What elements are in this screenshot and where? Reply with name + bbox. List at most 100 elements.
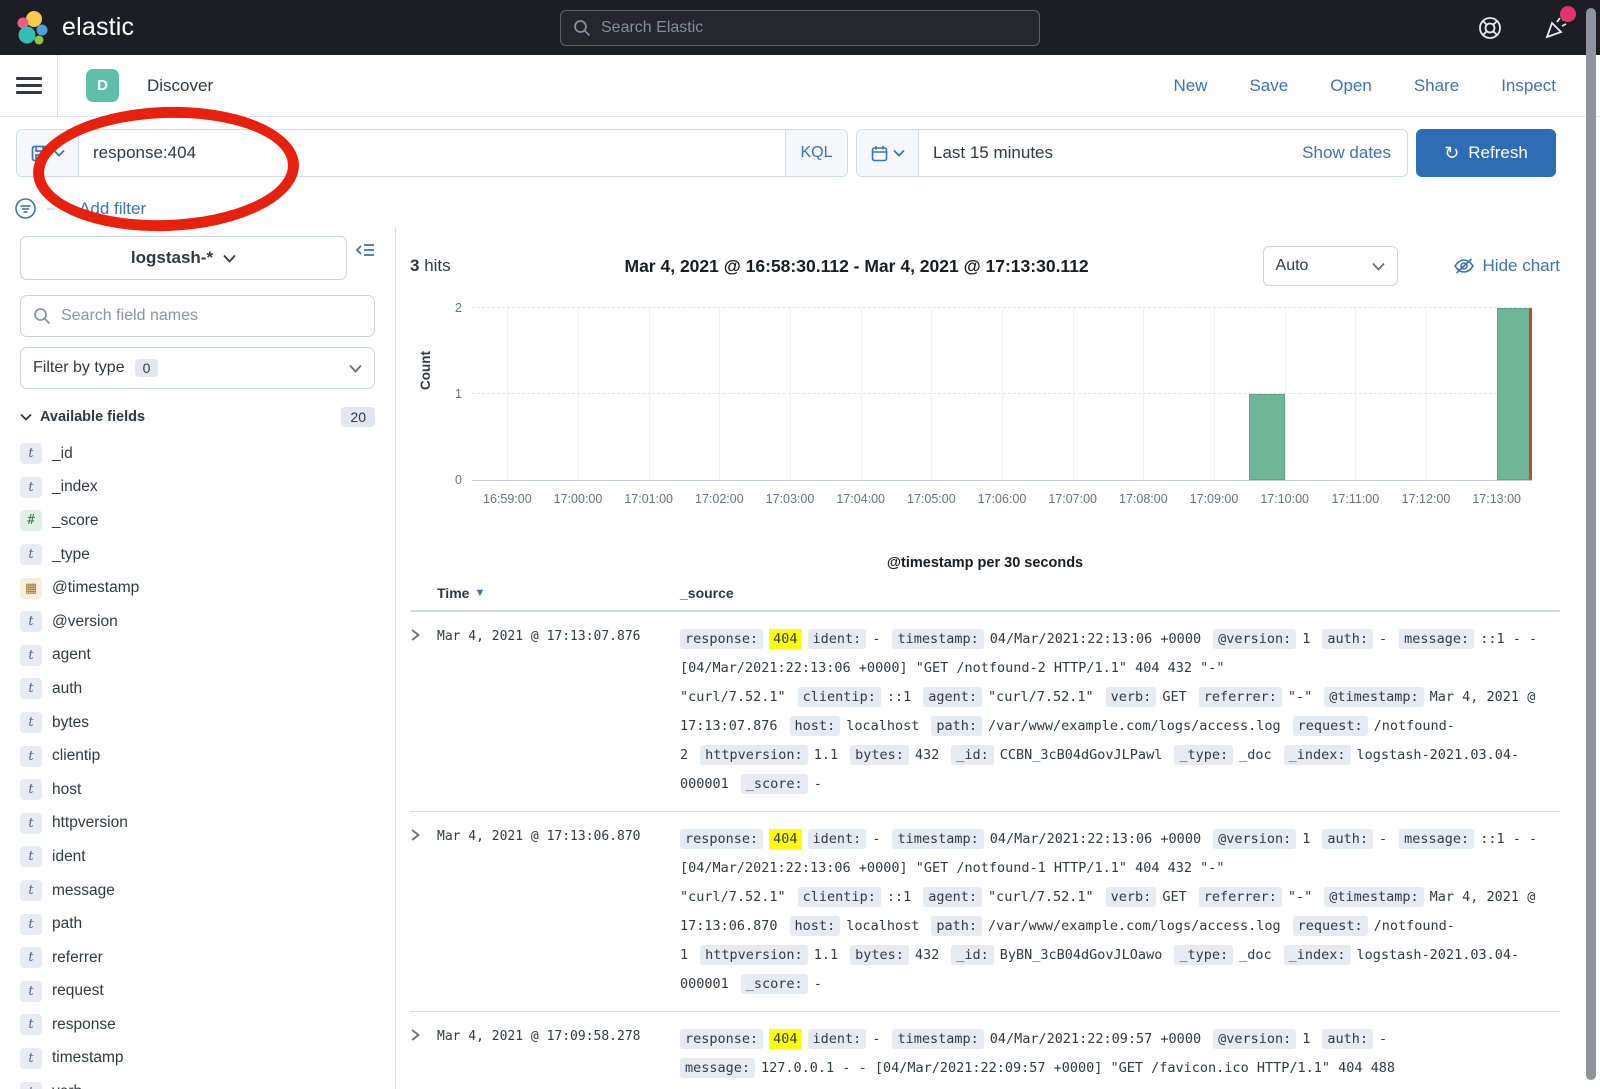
help-icon[interactable] [1477, 15, 1503, 41]
gridline [472, 393, 1532, 394]
source-field-name: agent: [923, 687, 982, 707]
x-tick-label: 17:12:00 [1402, 492, 1451, 506]
source-value: 432 [915, 947, 939, 963]
field-name: clientip [52, 747, 100, 765]
main-content: 3 hits Mar 4, 2021 @ 16:58:30.112 - Mar … [396, 228, 1600, 1089]
share-button[interactable]: Share [1414, 76, 1459, 96]
field-item-response[interactable]: tresponse [20, 1008, 375, 1042]
save-button[interactable]: Save [1249, 76, 1288, 96]
field-name: referrer [52, 949, 103, 967]
source-field-name: verb: [1106, 687, 1157, 707]
field-name: _index [52, 478, 98, 496]
elastic-brand[interactable]: elastic [0, 9, 250, 47]
field-name: @version [52, 613, 118, 631]
source-field-name: host: [790, 916, 841, 936]
field-item-referrer[interactable]: treferrer [20, 941, 375, 975]
interval-select[interactable]: Auto [1263, 246, 1398, 286]
source-value: 1 [1302, 631, 1310, 647]
source-field-name: agent: [923, 887, 982, 907]
collapse-sidebar-button[interactable] [355, 242, 375, 258]
field-name: httpversion [52, 814, 128, 832]
field-search-input[interactable]: Search field names [20, 295, 375, 337]
string-type-icon: t [20, 544, 42, 565]
filter-by-type-select[interactable]: Filter by type 0 [20, 347, 375, 389]
hamburger-icon [16, 73, 42, 98]
expand-row-icon[interactable] [410, 625, 437, 799]
y-axis-title: Count [418, 351, 433, 390]
inspect-button[interactable]: Inspect [1501, 76, 1556, 96]
search-icon [33, 307, 51, 325]
field-item-@version[interactable]: t@version [20, 605, 375, 639]
field-item-verb[interactable]: tverb [20, 1075, 375, 1089]
index-pattern-select[interactable]: logstash-* [20, 236, 347, 280]
field-item-host[interactable]: thost [20, 773, 375, 807]
field-item-timestamp[interactable]: ttimestamp [20, 1042, 375, 1076]
expand-row-icon[interactable] [410, 1025, 437, 1089]
source-value: 1.1 [814, 747, 838, 763]
expand-row-icon[interactable] [410, 825, 437, 999]
index-pattern-label: logstash-* [131, 248, 213, 268]
source-value: 432 [915, 747, 939, 763]
menu-button[interactable] [0, 55, 58, 117]
field-item-bytes[interactable]: tbytes [20, 706, 375, 740]
source-field-name: @version: [1213, 1029, 1296, 1049]
refresh-button[interactable]: ↻ Refresh [1416, 129, 1556, 177]
source-value: - [1379, 1031, 1387, 1047]
histogram-chart[interactable]: Count 16:59:0017:00:0017:01:0017:02:0017… [410, 298, 1560, 553]
discover-app-badge[interactable]: D [86, 69, 119, 102]
field-item-_score[interactable]: #_score [20, 504, 375, 538]
show-dates-link[interactable]: Show dates [1302, 143, 1407, 163]
row-source: response:404ident:-timestamp:04/Mar/2021… [680, 625, 1552, 799]
source-highlighted-value: 404 [769, 829, 801, 849]
query-input[interactable]: response:404 [79, 130, 785, 176]
add-filter-link[interactable]: + Add filter [65, 199, 146, 219]
field-item-agent[interactable]: tagent [20, 639, 375, 673]
source-field-name: httpversion: [700, 945, 808, 965]
field-item-clientip[interactable]: tclientip [20, 739, 375, 773]
field-item-ident[interactable]: tident [20, 840, 375, 874]
query-language-button[interactable]: KQL [785, 130, 847, 176]
filter-icon[interactable] [14, 197, 37, 220]
field-item-_type[interactable]: t_type [20, 538, 375, 572]
field-item-request[interactable]: trequest [20, 975, 375, 1009]
row-time: Mar 4, 2021 @ 17:09:58.278 [437, 1025, 680, 1089]
filter-by-type-label: Filter by type [33, 359, 125, 377]
time-column-header[interactable]: Time ▼ [437, 585, 680, 601]
hide-chart-label: Hide chart [1483, 256, 1560, 276]
field-item-httpversion[interactable]: thttpversion [20, 807, 375, 841]
quick-select-button[interactable] [857, 130, 919, 176]
vertical-scrollbar[interactable] [1586, 8, 1596, 1080]
source-field-name: @version: [1213, 629, 1296, 649]
field-item-path[interactable]: tpath [20, 907, 375, 941]
source-value: - [872, 631, 880, 647]
string-type-icon: t [20, 846, 42, 867]
available-fields-header[interactable]: Available fields 20 [20, 407, 375, 427]
source-field-name: request: [1293, 916, 1368, 936]
source-field-name: message: [680, 1058, 755, 1078]
open-button[interactable]: Open [1330, 76, 1372, 96]
query-input-group: response:404 KQL [16, 129, 848, 177]
source-field-name: response: [680, 629, 763, 649]
time-range-value[interactable]: Last 15 minutes [919, 143, 1302, 163]
global-search-placeholder: Search Elastic [601, 19, 703, 37]
x-tick-label: 17:13:00 [1472, 492, 1521, 506]
histogram-bar[interactable] [1497, 308, 1532, 480]
saved-query-menu-button[interactable] [17, 130, 79, 176]
source-field-name: ident: [808, 829, 867, 849]
new-button[interactable]: New [1173, 76, 1207, 96]
hide-chart-button[interactable]: Hide chart [1453, 256, 1560, 276]
field-item-auth[interactable]: tauth [20, 672, 375, 706]
source-field-name: bytes: [850, 745, 909, 765]
source-field-name: @version: [1213, 829, 1296, 849]
field-name: path [52, 915, 82, 933]
y-tick-label: 1 [455, 387, 462, 401]
table-row: Mar 4, 2021 @ 17:13:07.876response:404id… [410, 612, 1560, 812]
field-item-_id[interactable]: t_id [20, 437, 375, 471]
field-item-_index[interactable]: t_index [20, 471, 375, 505]
field-name: timestamp [52, 1049, 124, 1067]
histogram-bar[interactable] [1249, 394, 1284, 480]
global-search-input[interactable]: Search Elastic [560, 10, 1040, 46]
field-item-message[interactable]: tmessage [20, 874, 375, 908]
field-item-@timestamp[interactable]: ▦@timestamp [20, 571, 375, 605]
query-bar: response:404 KQL Last 15 minutes Show da… [0, 117, 1600, 189]
